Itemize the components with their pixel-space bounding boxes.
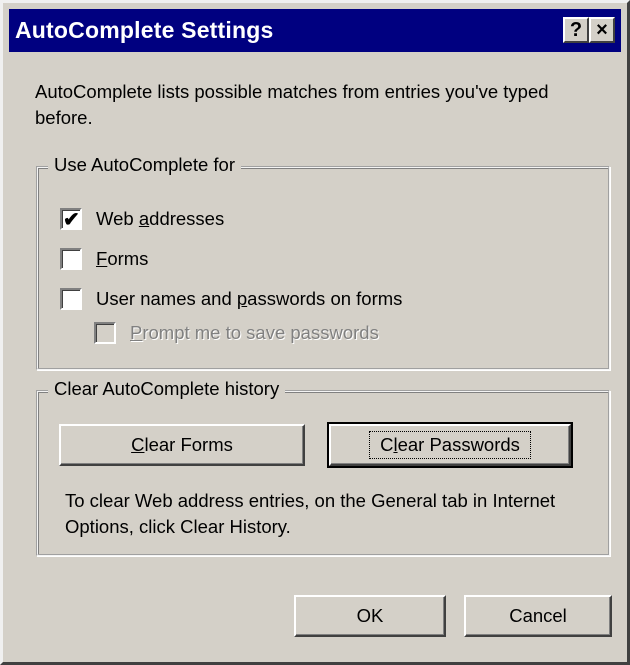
check-icon: ✔ bbox=[63, 209, 80, 231]
help-button[interactable]: ? bbox=[563, 17, 589, 43]
checkbox-box[interactable] bbox=[60, 288, 82, 310]
autocomplete-settings-dialog: AutoComplete Settings ? × AutoComplete l… bbox=[0, 0, 630, 665]
group-label: Use AutoComplete for bbox=[48, 154, 241, 176]
checkbox-box[interactable] bbox=[60, 248, 82, 270]
use-autocomplete-group: Use AutoComplete for ✔ Web addresses For… bbox=[36, 154, 610, 370]
button-label: Clear Passwords bbox=[369, 431, 531, 459]
group-label: Clear AutoComplete history bbox=[48, 378, 286, 400]
clear-passwords-button[interactable]: Clear Passwords bbox=[327, 422, 573, 468]
clear-forms-button[interactable]: Clear Forms bbox=[59, 424, 305, 466]
checkbox-box[interactable]: ✔ bbox=[60, 208, 82, 231]
dialog-description: AutoComplete lists possible matches from… bbox=[35, 81, 549, 128]
checkbox-forms[interactable]: Forms bbox=[60, 246, 148, 272]
checkbox-label: Web addresses bbox=[96, 208, 225, 229]
clear-history-hint: To clear Web address entries, on the Gen… bbox=[65, 490, 556, 537]
ok-button[interactable]: OK bbox=[294, 595, 446, 637]
close-button[interactable]: × bbox=[589, 17, 615, 43]
button-label: Clear Forms bbox=[131, 434, 233, 455]
checkbox-usernames-passwords[interactable]: User names and passwords on forms bbox=[60, 286, 402, 312]
checkbox-label: User names and passwords on forms bbox=[96, 288, 403, 309]
cancel-button[interactable]: Cancel bbox=[464, 595, 612, 637]
checkbox-box bbox=[94, 322, 116, 344]
dialog-title: AutoComplete Settings bbox=[15, 17, 274, 43]
title-bar[interactable]: AutoComplete Settings ? × bbox=[9, 9, 621, 52]
checkbox-prompt-save-passwords: Prompt me to save passwords bbox=[94, 320, 379, 346]
checkbox-web-addresses[interactable]: ✔ Web addresses bbox=[60, 206, 224, 232]
checkbox-label: Prompt me to save passwords bbox=[130, 322, 379, 343]
checkbox-label: Forms bbox=[96, 248, 149, 269]
